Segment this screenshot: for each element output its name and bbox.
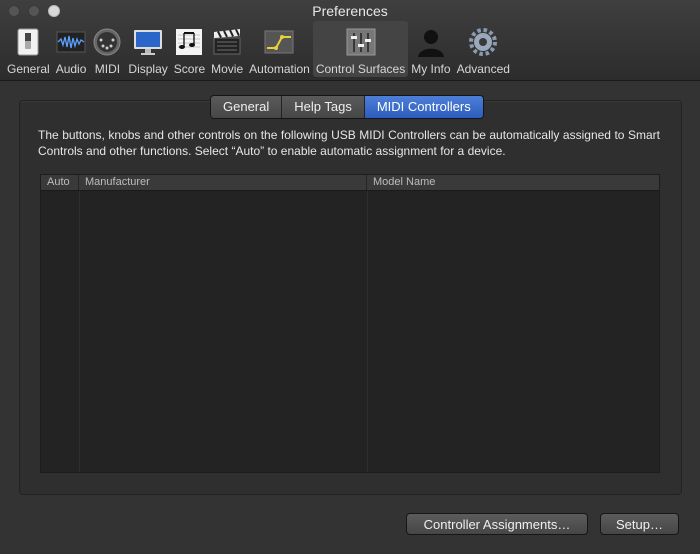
description-text: The buttons, knobs and other controls on… — [38, 128, 660, 158]
toolbar-item-midi[interactable]: MIDI — [89, 21, 125, 77]
toolbar-label: Movie — [211, 62, 244, 76]
table-header: Auto Manufacturer Model Name — [41, 175, 659, 191]
faders-icon — [346, 28, 376, 56]
toolbar-label: Advanced — [456, 62, 510, 76]
controller-assignments-button[interactable]: Controller Assignments… — [406, 513, 588, 535]
monitor-icon — [134, 30, 163, 55]
midi-controllers-table[interactable]: Auto Manufacturer Model Name — [40, 174, 660, 473]
tab-general[interactable]: General — [211, 96, 283, 118]
waveform-icon — [56, 31, 86, 53]
toolbar-label: My Info — [411, 62, 451, 76]
toolbar-item-my-info[interactable]: My Info — [408, 21, 453, 77]
preferences-toolbar: General Audio MIDI Display Score Movie A… — [4, 21, 513, 77]
column-header-model-name[interactable]: Model Name — [367, 175, 659, 190]
clapperboard-icon — [213, 29, 241, 55]
title-bar: Preferences General Audio MIDI Display S… — [0, 0, 700, 81]
window-title: Preferences — [312, 3, 388, 19]
column-header-manufacturer[interactable]: Manufacturer — [79, 175, 367, 190]
setup-button[interactable]: Setup… — [600, 513, 679, 535]
toolbar-item-general[interactable]: General — [4, 21, 53, 77]
toolbar-label: Control Surfaces — [315, 62, 406, 76]
toolbar-item-movie[interactable]: Movie — [208, 21, 246, 77]
toolbar-item-display[interactable]: Display — [125, 21, 170, 77]
toolbar-label: Score — [173, 62, 206, 76]
toolbar-label: Display — [128, 62, 168, 76]
automation-curve-icon — [264, 30, 294, 54]
person-icon — [417, 30, 444, 57]
preferences-window: Preferences General Audio MIDI Display S… — [0, 0, 700, 554]
tab-midi-controllers[interactable]: MIDI Controllers — [364, 96, 483, 118]
toolbar-label: General — [7, 62, 50, 76]
toolbar-label: MIDI — [94, 62, 121, 76]
toolbar-item-score[interactable]: Score — [171, 21, 208, 77]
midi-connector-icon — [93, 28, 121, 56]
column-divider — [367, 191, 368, 472]
toolbar-label: Automation — [249, 62, 310, 76]
tab-bar: General Help Tags MIDI Controllers — [210, 95, 484, 119]
column-divider — [79, 191, 80, 472]
gear-icon — [469, 28, 498, 56]
tab-help-tags[interactable]: Help Tags — [282, 96, 365, 118]
toolbar-item-audio[interactable]: Audio — [53, 21, 90, 77]
toolbar-item-advanced[interactable]: Advanced — [454, 21, 513, 77]
toolbar-item-control-surfaces[interactable]: Control Surfaces — [312, 21, 409, 77]
switch-icon — [17, 28, 39, 56]
column-header-auto[interactable]: Auto — [41, 175, 79, 190]
toolbar-label: Audio — [55, 62, 87, 76]
toolbar-item-automation[interactable]: Automation — [246, 21, 313, 77]
sheet-music-icon — [176, 29, 203, 55]
